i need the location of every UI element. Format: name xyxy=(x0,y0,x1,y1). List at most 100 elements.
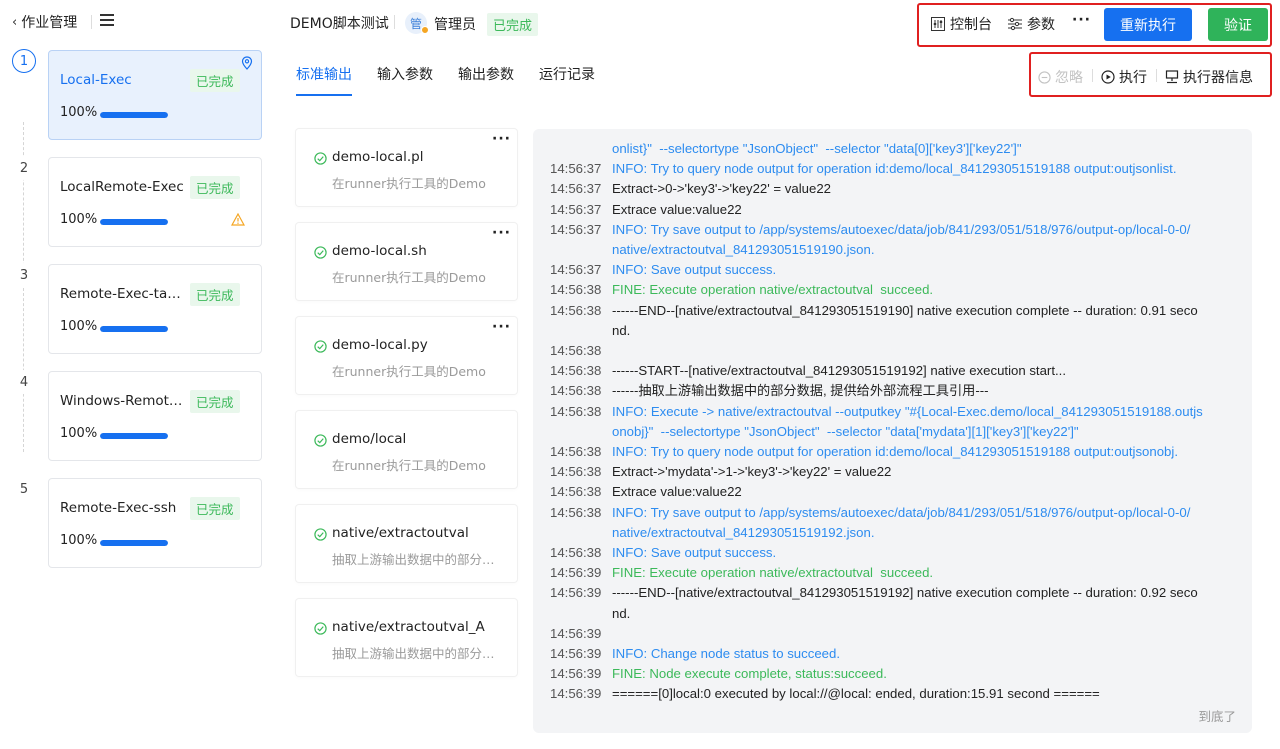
log-line: 14:56:38 INFO: Try to query node output f… xyxy=(533,442,1252,462)
log-line: onlist}" --selectortype "JsonObject" --s… xyxy=(533,139,1252,159)
log-panel[interactable]: onlist}" --selectortype "JsonObject" --s… xyxy=(533,129,1252,733)
progress-bar xyxy=(100,433,168,439)
step-percent: 100% xyxy=(60,426,98,441)
log-timestamp: 14:56:38 xyxy=(550,302,602,318)
log-message: ------END--[native/extractoutval_8412930… xyxy=(612,302,1198,338)
progress-fill xyxy=(100,219,168,225)
log-timestamp: 14:56:39 xyxy=(550,686,602,702)
tool-name: demo-local.py xyxy=(332,337,428,353)
log-message: Extrace value:value22 xyxy=(612,201,742,217)
log-timestamp: 14:56:37 xyxy=(550,161,602,177)
more-button[interactable]: ··· xyxy=(1072,12,1091,28)
more-icon[interactable]: ··· xyxy=(492,131,511,147)
step-percent: 100% xyxy=(60,212,98,227)
page-title: DEMO脚本测试 xyxy=(290,16,389,32)
params-label: 参数 xyxy=(1027,17,1055,33)
log-timestamp: 14:56:39 xyxy=(550,585,602,601)
tab-bar: 标准输出 输入参数 输出参数 运行记录 xyxy=(296,64,595,96)
log-timestamp: 14:56:38 xyxy=(550,403,602,419)
verify-button[interactable]: 验证 xyxy=(1208,8,1268,41)
avatar-status-dot xyxy=(421,26,429,34)
tab-run-history[interactable]: 运行记录 xyxy=(539,64,595,96)
log-line: 14:56:38 INFO: Try save output to /app/sy… xyxy=(533,503,1252,543)
avatar: 管 xyxy=(405,12,429,34)
step-card[interactable]: LocalRemote-Exec 已完成 100% xyxy=(48,157,262,247)
step-card[interactable]: Remote-Exec-ssh 已完成 100% xyxy=(48,478,262,568)
tool-description: 在runner执行工具的Demo xyxy=(332,458,486,473)
console-button[interactable]: 控制台 xyxy=(931,14,992,34)
progress-bar xyxy=(100,540,168,546)
tab-output-params[interactable]: 输出参数 xyxy=(458,64,514,96)
tool-card[interactable]: demo-local.pl 在runner执行工具的Demo ··· xyxy=(296,129,517,206)
tool-card[interactable]: demo-local.py 在runner执行工具的Demo ··· xyxy=(296,317,517,394)
more-icon[interactable]: ··· xyxy=(492,225,511,241)
log-timestamp: 14:56:37 xyxy=(550,181,602,197)
step-card[interactable]: Windows-Remote-Exec已完成 100% xyxy=(48,371,262,461)
step-percent: 100% xyxy=(60,533,98,548)
console-icon xyxy=(931,17,945,31)
minus-circle-icon xyxy=(1038,70,1051,84)
log-message: FINE: Execute operation native/extractou… xyxy=(612,565,934,581)
sliders-icon xyxy=(1008,17,1022,31)
log-timestamp: 14:56:37 xyxy=(550,221,602,237)
check-circle-icon xyxy=(314,246,327,259)
log-line: 14:56:38 Extract->'mydata'->1->'key3'->'k… xyxy=(533,462,1252,482)
step-name: Local-Exec xyxy=(60,72,132,88)
log-line: 14:56:37 INFO: Save output success. xyxy=(533,260,1252,280)
status-badge: 已完成 xyxy=(190,390,240,413)
status-badge: 已完成 xyxy=(190,497,240,520)
log-timestamp: 14:56:38 xyxy=(550,464,602,480)
tab-input-params[interactable]: 输入参数 xyxy=(377,64,433,96)
menu-icon[interactable] xyxy=(100,14,114,28)
tool-card[interactable]: demo/local 在runner执行工具的Demo xyxy=(296,411,517,488)
more-icon[interactable]: ··· xyxy=(492,319,511,335)
rerun-button[interactable]: 重新执行 xyxy=(1104,8,1192,41)
warning-icon xyxy=(231,213,245,226)
log-timestamp: 14:56:39 xyxy=(550,625,602,641)
log-content: onlist}" --selectortype "JsonObject" --s… xyxy=(533,139,1252,705)
tab-stdout[interactable]: 标准输出 xyxy=(296,64,352,96)
log-line: 14:56:39 ------END--[native/extractoutval… xyxy=(533,583,1252,623)
tool-card[interactable]: native/extractoutval_A 抽取上游输出数据中的部分数据，提供给… xyxy=(296,599,517,676)
divider xyxy=(1156,69,1157,82)
top-header: ‹ 作业管理 DEMO脚本测试 管 管理员 已完成 控制台 参数 ··· 重新执… xyxy=(0,0,1280,47)
log-timestamp: 14:56:37 xyxy=(550,262,602,278)
log-message: ------抽取上游输出数据中的部分数据, 提供给外部流程工具引用--- xyxy=(612,383,989,399)
server-icon xyxy=(1165,70,1179,84)
status-badge: 已完成 xyxy=(190,176,240,199)
progress-fill xyxy=(100,433,168,439)
tool-description: 抽取上游输出数据中的部分数据，提供给外部流程工具引用 xyxy=(332,646,500,661)
execute-button[interactable]: 执行 xyxy=(1101,67,1147,87)
divider xyxy=(394,15,395,29)
tool-description: 抽取上游输出数据中的部分数据，提供给外部流程工具引用 xyxy=(332,552,500,567)
back-link[interactable]: ‹ 作业管理 xyxy=(12,12,77,32)
log-message: ------START--[native/extractoutval_84129… xyxy=(612,363,1066,379)
console-label: 控制台 xyxy=(950,17,992,33)
log-timestamp: 14:56:38 xyxy=(550,363,602,379)
step-card[interactable]: Local-Exec 已完成 100% xyxy=(48,50,262,140)
step-name: Windows-Remote-Exec xyxy=(60,393,188,409)
params-button[interactable]: 参数 xyxy=(1008,14,1055,34)
log-line: 14:56:39 INFO: Change node status to succ… xyxy=(533,644,1252,664)
log-timestamp: 14:56:39 xyxy=(550,646,602,662)
log-line: 14:56:38 Extrace value:value22 xyxy=(533,482,1252,502)
executor-info-button[interactable]: 执行器信息 xyxy=(1165,67,1253,87)
step-name: LocalRemote-Exec xyxy=(60,179,184,195)
log-message xyxy=(612,624,1232,644)
log-message: onlist}" --selectortype "JsonObject" --s… xyxy=(612,141,1022,156)
check-circle-icon xyxy=(314,434,327,447)
log-timestamp: 14:56:38 xyxy=(550,504,602,520)
ignore-button[interactable]: 忽略 xyxy=(1038,67,1083,87)
log-timestamp: 14:56:37 xyxy=(550,201,602,217)
tool-description: 在runner执行工具的Demo xyxy=(332,270,486,285)
status-badge: 已完成 xyxy=(190,283,240,306)
tool-card[interactable]: native/extractoutval 抽取上游输出数据中的部分数据，提供给外部… xyxy=(296,505,517,582)
log-line: 14:56:38 ------START--[native/extractoutv… xyxy=(533,361,1252,381)
step-card[interactable]: Remote-Exec-tagent 已完成 100% xyxy=(48,264,262,354)
progress-fill xyxy=(100,112,168,118)
log-end-text: 到底了 xyxy=(1198,709,1236,724)
log-timestamp: 14:56:38 xyxy=(550,282,602,298)
log-line: 14:56:37 INFO: Try to query node output f… xyxy=(533,159,1252,179)
tool-card[interactable]: demo-local.sh 在runner执行工具的Demo ··· xyxy=(296,223,517,300)
step-percent: 100% xyxy=(60,105,98,120)
